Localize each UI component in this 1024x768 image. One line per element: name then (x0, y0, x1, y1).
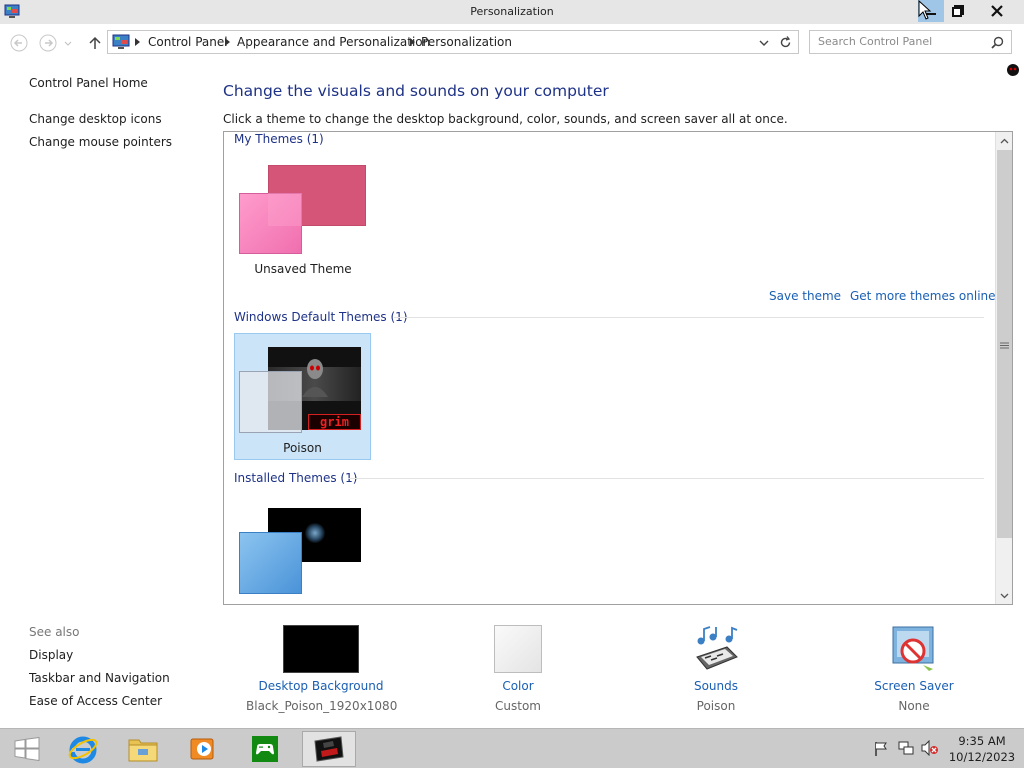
screen-saver-label[interactable]: Screen Saver (864, 679, 964, 693)
volume-muted-icon[interactable] (921, 740, 939, 756)
display-link[interactable]: Display (29, 648, 73, 662)
ease-of-access-link[interactable]: Ease of Access Center (29, 694, 162, 708)
restore-icon (952, 5, 964, 17)
chevron-up-icon (1000, 138, 1009, 143)
chevron-down-icon (64, 41, 72, 46)
screen-saver-icon (892, 626, 934, 671)
breadcrumb-appearance[interactable]: Appearance and Personalization (237, 35, 430, 49)
search-input[interactable] (818, 35, 988, 48)
color-label[interactable]: Color (468, 679, 568, 693)
action-center-flag-icon[interactable] (874, 741, 888, 757)
back-button[interactable] (9, 33, 29, 53)
thumb-orb (305, 523, 325, 543)
chevron-down-icon (1000, 593, 1009, 598)
back-arrow-icon (10, 34, 28, 52)
color-swatch (494, 625, 542, 673)
clock-date: 10/12/2023 (948, 750, 1016, 764)
sounds-icon (696, 626, 738, 670)
themes-scrollbar[interactable] (995, 132, 1012, 604)
search-icon[interactable] (991, 36, 1004, 49)
window-title: Personalization (470, 5, 554, 18)
internet-explorer-button[interactable] (56, 731, 110, 767)
control-panel-home-link[interactable]: Control Panel Home (29, 76, 148, 90)
see-also-label: See also (29, 625, 80, 639)
sounds-label[interactable]: Sounds (666, 679, 766, 693)
get-more-themes-link[interactable]: Get more themes online (850, 289, 996, 303)
chevron-down-icon[interactable] (759, 38, 769, 48)
title-bar: Personalization (0, 0, 1024, 24)
theme-unsaved[interactable]: Unsaved Theme (236, 162, 370, 280)
media-player-icon (190, 738, 214, 760)
scroll-thumb[interactable] (997, 150, 1012, 538)
breadcrumb-separator-icon (410, 38, 415, 46)
internet-explorer-icon (68, 736, 98, 764)
breadcrumb-control-panel[interactable]: Control Panel (148, 35, 228, 49)
theme-installed[interactable] (236, 504, 370, 600)
grim-logo: grim (308, 414, 361, 430)
network-icon[interactable] (898, 740, 914, 756)
screen-saver-setting[interactable]: Screen Saver None (864, 625, 964, 713)
group-divider (348, 478, 984, 479)
theme-thumbnail-color (239, 532, 302, 594)
theme-thumbnail-color (239, 371, 302, 433)
start-button[interactable] (0, 731, 54, 767)
desktop-background-setting[interactable]: Desktop Background Black_Poison_1920x108… (246, 625, 398, 713)
games-button[interactable] (238, 731, 292, 767)
file-explorer-button[interactable] (116, 731, 170, 767)
desktop-background-thumbnail (283, 625, 359, 673)
breadcrumb-separator-icon (225, 38, 230, 46)
sounds-value: Poison (696, 699, 736, 713)
start-icon (14, 737, 40, 761)
clock-time: 9:35 AM (958, 734, 1006, 748)
theme-name-poison: Poison (283, 441, 322, 455)
close-button[interactable] (972, 0, 1022, 22)
help-icon[interactable] (1006, 63, 1020, 77)
address-bar[interactable]: Control Panel Appearance and Personaliza… (107, 30, 799, 54)
forward-arrow-icon (39, 34, 57, 52)
taskbar-clock[interactable]: 9:35 AM 10/12/2023 (946, 733, 1018, 765)
page-title: Change the visuals and sounds on your co… (223, 82, 609, 100)
themes-list[interactable]: My Themes (1) Unsaved Theme Save theme G… (223, 131, 1013, 605)
up-arrow-icon (89, 36, 101, 49)
desktop-background-value: Black_Poison_1920x1080 (246, 699, 398, 713)
group-label-my-themes: My Themes (1) (234, 132, 324, 146)
mouse-cursor-icon (918, 0, 932, 20)
taskbar: 9:35 AM 10/12/2023 (0, 728, 1024, 768)
sounds-setting[interactable]: Sounds Poison (666, 625, 766, 713)
taskbar-navigation-link[interactable]: Taskbar and Navigation (29, 671, 170, 685)
group-label-default-themes: Windows Default Themes (1) (234, 310, 408, 324)
personalization-icon (314, 736, 344, 762)
screen-saver-value: None (898, 699, 930, 713)
scroll-up-button[interactable] (996, 132, 1012, 149)
grip-icon (1000, 342, 1009, 349)
change-mouse-pointers-link[interactable]: Change mouse pointers (29, 135, 172, 149)
media-player-button[interactable] (176, 731, 230, 767)
theme-name-unsaved: Unsaved Theme (254, 262, 352, 276)
file-explorer-icon (128, 739, 158, 762)
group-divider (394, 317, 984, 318)
recent-pages-button[interactable] (62, 33, 74, 53)
page-description: Click a theme to change the desktop back… (223, 112, 788, 126)
games-icon (252, 736, 278, 762)
theme-poison[interactable]: grim Poison (234, 333, 371, 460)
scroll-down-button[interactable] (996, 587, 1012, 604)
color-setting[interactable]: Color Custom (468, 625, 568, 713)
skull-figure-icon (302, 359, 328, 397)
close-icon (991, 5, 1003, 17)
group-label-installed-themes: Installed Themes (1) (234, 471, 358, 485)
personalization-taskbar-button[interactable] (302, 731, 356, 767)
desktop-background-label[interactable]: Desktop Background (246, 679, 396, 693)
forward-button[interactable] (38, 33, 58, 53)
up-button[interactable] (85, 33, 105, 53)
search-box[interactable] (809, 30, 1012, 54)
breadcrumb-separator-icon (135, 38, 140, 46)
theme-thumbnail-overlap (268, 193, 302, 226)
restore-button[interactable] (944, 0, 972, 22)
save-theme-link[interactable]: Save theme (769, 289, 841, 303)
change-desktop-icons-link[interactable]: Change desktop icons (29, 112, 162, 126)
refresh-icon[interactable] (779, 36, 792, 49)
breadcrumb-personalization[interactable]: Personalization (421, 35, 512, 49)
color-value: Custom (495, 699, 541, 713)
control-panel-icon (112, 34, 130, 49)
